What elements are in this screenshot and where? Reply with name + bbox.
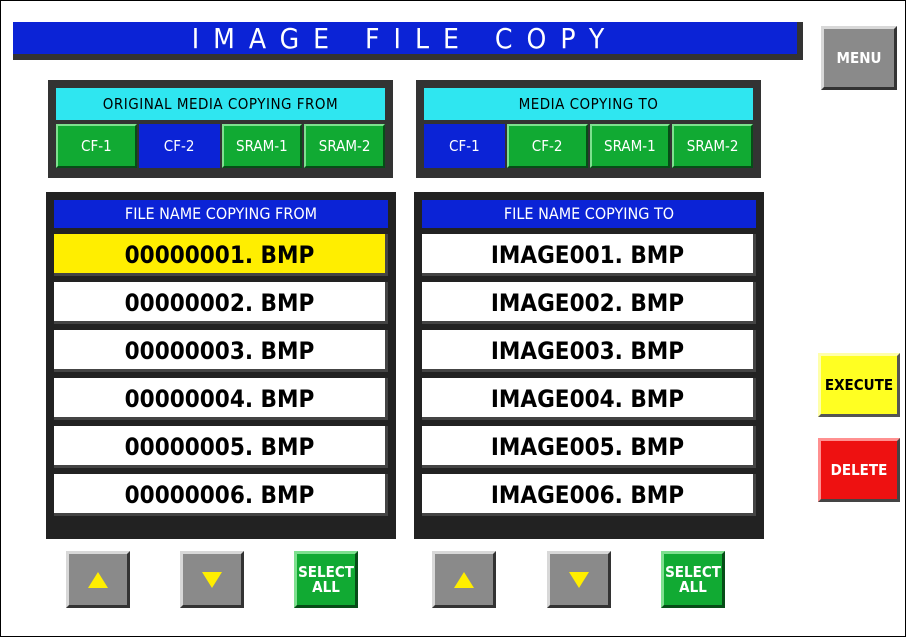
dest-tab-sram-2[interactable]: SRAM-2 xyxy=(672,124,753,168)
dest-file-row[interactable]: IMAGE004. BMP xyxy=(422,378,756,420)
source-file-row[interactable]: 00000001. BMP xyxy=(54,234,388,276)
menu-button[interactable]: MENU xyxy=(821,26,897,90)
dest-select-all-button[interactable]: SELECT ALL xyxy=(661,551,725,608)
source-tab-cf-1[interactable]: CF-1 xyxy=(56,124,137,168)
dest-scroll-up-button[interactable] xyxy=(432,551,496,608)
source-tab-sram-2[interactable]: SRAM-2 xyxy=(304,124,385,168)
dest-file-header: FILE NAME COPYING TO xyxy=(422,200,756,228)
source-file-list: FILE NAME COPYING FROM 00000001. BMP 000… xyxy=(46,192,396,539)
dest-file-list: FILE NAME COPYING TO IMAGE001. BMP IMAGE… xyxy=(414,192,764,539)
dest-file-row[interactable]: IMAGE001. BMP xyxy=(422,234,756,276)
dest-file-row[interactable]: IMAGE003. BMP xyxy=(422,330,756,372)
source-media-header: ORIGINAL MEDIA COPYING FROM xyxy=(56,88,385,120)
dest-media-panel: MEDIA COPYING TO CF-1 CF-2 SRAM-1 SRAM-2 xyxy=(416,80,761,178)
source-file-row[interactable]: 00000003. BMP xyxy=(54,330,388,372)
page-title: IMAGE FILE COPY xyxy=(191,22,619,55)
source-media-tabs: CF-1 CF-2 SRAM-1 SRAM-2 xyxy=(56,124,385,168)
down-arrow-icon xyxy=(202,571,222,588)
down-arrow-icon xyxy=(569,571,589,588)
source-scroll-up-button[interactable] xyxy=(66,551,130,608)
source-tab-cf-2[interactable]: CF-2 xyxy=(138,124,220,168)
dest-tab-cf-2[interactable]: CF-2 xyxy=(506,124,588,168)
up-arrow-icon xyxy=(454,571,474,588)
dest-tab-sram-1[interactable]: SRAM-1 xyxy=(589,124,671,168)
delete-button[interactable]: DELETE xyxy=(818,438,900,502)
title-bar: IMAGE FILE COPY xyxy=(13,22,803,60)
source-file-header: FILE NAME COPYING FROM xyxy=(54,200,388,228)
dest-file-row[interactable]: IMAGE002. BMP xyxy=(422,282,756,324)
execute-button[interactable]: EXECUTE xyxy=(818,353,900,417)
source-tab-sram-1[interactable]: SRAM-1 xyxy=(221,124,303,168)
dest-media-tabs: CF-1 CF-2 SRAM-1 SRAM-2 xyxy=(424,124,753,168)
dest-tab-cf-1[interactable]: CF-1 xyxy=(424,124,505,168)
dest-media-header: MEDIA COPYING TO xyxy=(424,88,753,120)
source-file-row[interactable]: 00000005. BMP xyxy=(54,426,388,468)
source-media-panel: ORIGINAL MEDIA COPYING FROM CF-1 CF-2 SR… xyxy=(48,80,393,178)
dest-file-row[interactable]: IMAGE006. BMP xyxy=(422,474,756,516)
source-file-row[interactable]: 00000002. BMP xyxy=(54,282,388,324)
select-all-line2: ALL xyxy=(312,577,340,596)
dest-file-row[interactable]: IMAGE005. BMP xyxy=(422,426,756,468)
source-file-row[interactable]: 00000004. BMP xyxy=(54,378,388,420)
source-select-all-button[interactable]: SELECT ALL xyxy=(294,551,358,608)
source-file-row[interactable]: 00000006. BMP xyxy=(54,474,388,516)
select-all-line2: ALL xyxy=(679,577,707,596)
source-scroll-down-button[interactable] xyxy=(180,551,244,608)
dest-scroll-down-button[interactable] xyxy=(547,551,611,608)
up-arrow-icon xyxy=(88,571,108,588)
